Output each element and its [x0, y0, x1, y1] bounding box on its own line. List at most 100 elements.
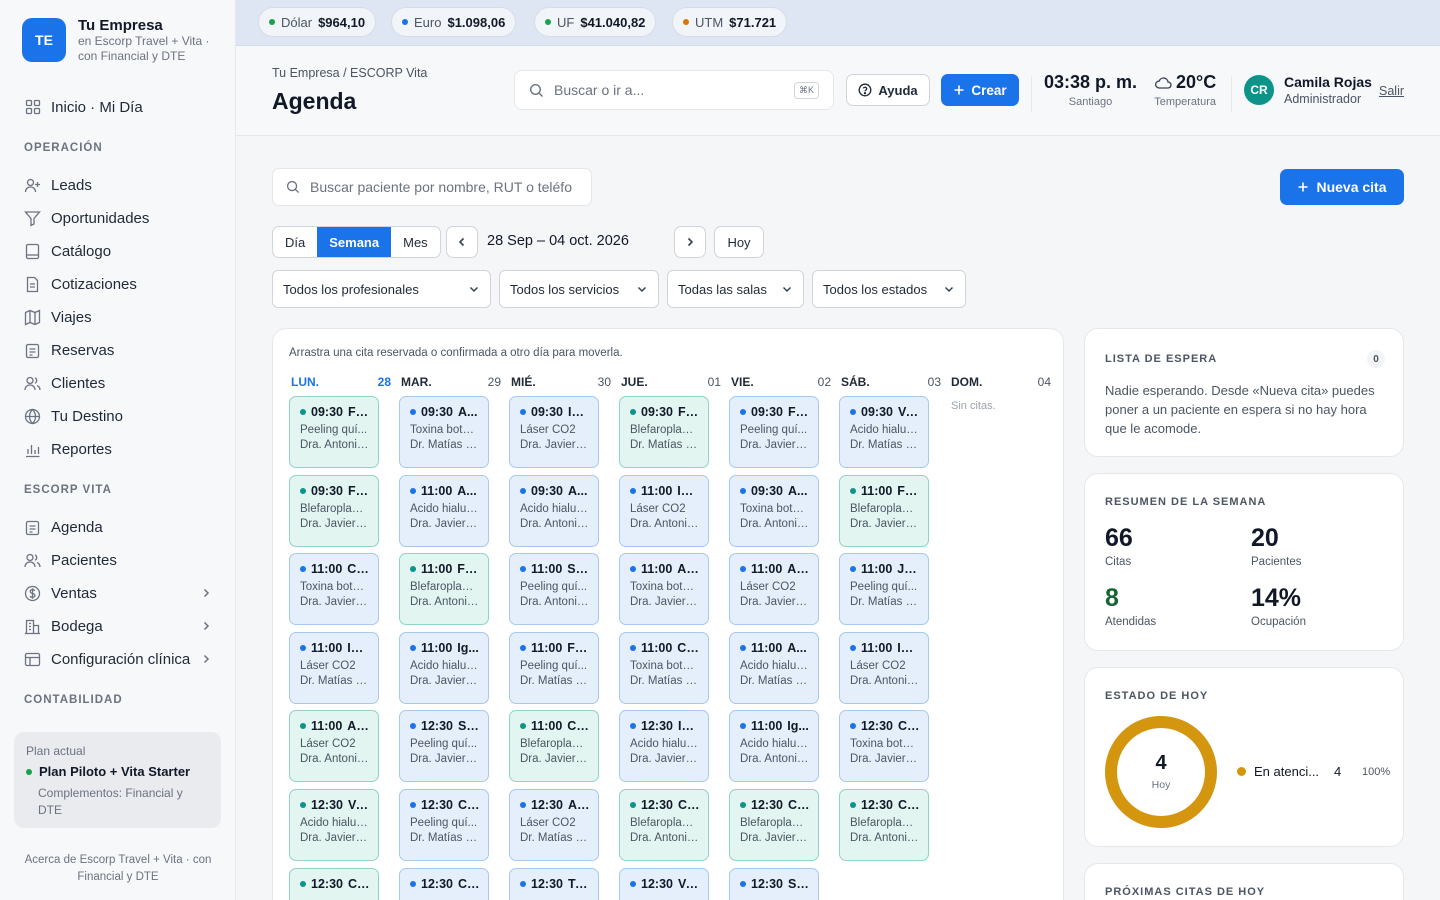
rate-value: $964,10 [318, 14, 366, 30]
sidebar-item-configuracion-clinica[interactable]: Configuración clínica [24, 647, 214, 671]
appointment-card[interactable]: 11:00 Flo... Peeling quí... Dr. Matías C... [509, 632, 599, 704]
about-link[interactable]: Acerca de Escorp Travel + Vita · con Fin… [12, 852, 224, 886]
appointment-card[interactable]: 11:00 Fe... Blefaroplastia Dra. Antonia ... [399, 553, 489, 625]
patient-name: Va... [347, 798, 369, 812]
day-header[interactable]: MAR. 29 [401, 375, 501, 389]
appointment-card[interactable]: 11:00 An... Láser CO2 Dra. Antonia ... [289, 710, 379, 782]
day-header[interactable]: JUE. 01 [621, 375, 721, 389]
help-button[interactable]: Ayuda [846, 74, 930, 106]
logout-link[interactable]: Salir [1379, 84, 1404, 98]
day-header[interactable]: LUN. 28 [291, 375, 391, 389]
appointment-service: Láser CO2 [740, 581, 796, 593]
appointment-card[interactable]: 09:30 Isi... Láser CO2 Dra. Javiera ... [509, 396, 599, 468]
chevron-right-icon [197, 651, 214, 668]
appointment-card[interactable]: 12:30 Ig... Ácido hialur... Dra. Javiera ..… [619, 710, 709, 782]
new-appointment-button[interactable]: Nueva cita [1280, 169, 1404, 205]
sidebar-item-reportes[interactable]: Reportes [24, 437, 214, 461]
patient-name: Co... [347, 877, 369, 891]
view-month-button[interactable]: Mes [391, 227, 440, 257]
patient-search-input[interactable]: Buscar paciente por nombre, RUT o teléfo [272, 168, 592, 206]
sidebar-item-oportunidades[interactable]: Oportunidades [24, 206, 214, 230]
sidebar-item-reservas[interactable]: Reservas [24, 338, 214, 362]
avatar[interactable]: CR [1244, 75, 1274, 105]
appointment-card[interactable]: 11:00 Isi... Láser CO2 Dra. Antonia ... [619, 475, 709, 547]
view-week-button[interactable]: Semana [317, 227, 392, 257]
appointment-card[interactable]: 11:00 A... Ácido hialur... Dr. Matías C... [729, 632, 819, 704]
appointment-header: 11:00 Ca... [630, 641, 699, 655]
create-button[interactable]: Crear [941, 74, 1019, 106]
appointment-card[interactable]: 12:30 So... [729, 868, 819, 900]
appointment-card[interactable]: 12:30 So... Peeling quí... Dra. Javiera ... [399, 710, 489, 782]
sidebar-item-viajes[interactable]: Viajes [24, 305, 214, 329]
filter-statuses[interactable]: Todos los estados [812, 270, 966, 308]
appointment-card[interactable]: 11:00 Jo... Peeling quí... Dr. Matías C... [839, 553, 929, 625]
appointment-card[interactable]: 12:30 Ca... Toxina botul... Dra. Javiera ..… [839, 710, 929, 782]
appointment-card[interactable]: 11:00 Ag... Toxina botul... Dra. Javiera ..… [619, 553, 709, 625]
appointment-card[interactable]: 12:30 Co... Blefaroplastia Dra. Antonia ... [619, 789, 709, 861]
day-header[interactable]: SÁB. 03 [841, 375, 941, 389]
appointment-card[interactable]: 12:30 Co... [289, 868, 379, 900]
day-header[interactable]: VIE. 02 [731, 375, 831, 389]
appointment-time: 09:30 [311, 405, 343, 419]
sidebar-item-agenda[interactable]: Agenda [24, 515, 214, 539]
appointment-card[interactable]: 11:00 Ig... Ácido hialur... Dra. Javiera ..… [399, 632, 489, 704]
appointment-doctor: Dra. Javiera ... [630, 753, 699, 765]
appointment-card[interactable]: 11:00 Co... Blefaroplastia Dra. Javiera ... [509, 710, 599, 782]
appointment-card[interactable]: 12:30 An... Láser CO2 Dr. Matías C... [509, 789, 599, 861]
patient-name: Ig... [457, 641, 479, 655]
view-day-button[interactable]: Día [273, 227, 317, 257]
appointment-card[interactable]: 09:30 Fe... Blefaroplastia Dr. Matías C... [619, 396, 709, 468]
sidebar-item-leads[interactable]: Leads [24, 173, 214, 197]
next-week-button[interactable] [674, 226, 706, 258]
filter-professionals[interactable]: Todos los profesionales [272, 270, 491, 308]
appointment-card[interactable]: 12:30 Va... Ácido hialur... Dra. Javiera ..… [289, 789, 379, 861]
brand[interactable]: TE Tu Empresa en Escorp Travel + Vita · … [22, 18, 218, 64]
sidebar-item-ventas[interactable]: Ventas [24, 581, 214, 605]
day-header[interactable]: MIÉ. 30 [511, 375, 611, 389]
appointment-card[interactable]: 11:00 Isi... Láser CO2 Dra. Antonia ... [839, 632, 929, 704]
appointment-card[interactable]: 11:00 An... Láser CO2 Dra. Javiera ... [729, 553, 819, 625]
appointment-card[interactable]: 11:00 So... Peeling quí... Dra. Antonia ... [509, 553, 599, 625]
appointment-card[interactable]: 12:30 Ca... [399, 868, 489, 900]
appointment-card[interactable]: 11:00 Ca... Toxina botul... Dra. Javiera ..… [289, 553, 379, 625]
appointment-card[interactable]: 09:30 A... Ácido hialur... Dra. Antonia ... [509, 475, 599, 547]
appointment-service: Blefaroplastia [740, 817, 809, 829]
filter-services[interactable]: Todos los servicios [499, 270, 659, 308]
sidebar-item-tu-destino[interactable]: Tu Destino [24, 404, 214, 428]
appointment-card[interactable]: 11:00 Ig... Ácido hialur... Dra. Antonia ..… [729, 710, 819, 782]
appointment-card[interactable]: 12:30 Va... [619, 868, 709, 900]
appointment-card[interactable]: 09:30 A... Toxina botul... Dra. Antonia ... [729, 475, 819, 547]
appointment-card[interactable]: 11:00 Fe... Blefaroplastia Dra. Javiera ... [839, 475, 929, 547]
appointment-card[interactable]: 11:00 Isi... Láser CO2 Dr. Matías C... [289, 632, 379, 704]
appointment-card[interactable]: 12:30 Co... Blefaroplastia Dra. Antonia ... [839, 789, 929, 861]
sidebar-item-label: Clientes [51, 374, 106, 392]
sidebar-item-clientes[interactable]: Clientes [24, 371, 214, 395]
today-button[interactable]: Hoy [714, 226, 764, 258]
prev-week-button[interactable] [446, 226, 478, 258]
sidebar-item-cotizaciones[interactable]: Cotizaciones [24, 272, 214, 296]
sidebar-item-pacientes[interactable]: Pacientes [24, 548, 214, 572]
day-header[interactable]: DOM. 04 [951, 375, 1051, 389]
appointment-card[interactable]: 09:30 Fl... Peeling quí... Dra. Antonia ... [289, 396, 379, 468]
appointment-card[interactable]: 12:30 Tri... [509, 868, 599, 900]
filter-rooms[interactable]: Todas las salas [667, 270, 804, 308]
appointment-card[interactable]: 09:30 Fl... Peeling quí... Dra. Javiera ... [729, 396, 819, 468]
patient-name: Co... [897, 798, 919, 812]
appointment-card[interactable]: 09:30 Va... Ácido hialur... Dr. Matías C... [839, 396, 929, 468]
plan-card[interactable]: Plan actual Plan Piloto + Vita Starter C… [14, 732, 221, 828]
appointment-card[interactable]: 12:30 Ca... Blefaroplastia Dra. Javiera ... [729, 789, 819, 861]
appointment-time: 12:30 [531, 877, 563, 891]
chevron-right-icon [197, 618, 214, 635]
patient-name: Fe... [677, 405, 699, 419]
appointment-card[interactable]: 09:30 A... Toxina botul... Dr. Matías C... [399, 396, 489, 468]
global-search-input[interactable]: Buscar o ir a... ⌘K [514, 70, 834, 110]
sidebar-item-home[interactable]: Inicio · Mi Día [24, 95, 214, 119]
sidebar-item-bodega[interactable]: Bodega [24, 614, 214, 638]
appointment-time: 11:00 [531, 719, 563, 733]
appointment-card[interactable]: 11:00 Ca... Toxina botul... Dr. Matías C... [619, 632, 709, 704]
appointment-card[interactable]: 12:30 Co... Peeling quí... Dr. Matías C... [399, 789, 489, 861]
breadcrumb[interactable]: Tu Empresa / ESCORP Vita [272, 66, 427, 80]
appointment-card[interactable]: 11:00 A... Ácido hialur... Dra. Javiera ... [399, 475, 489, 547]
sidebar-item-catalogo[interactable]: Catálogo [24, 239, 214, 263]
appointment-card[interactable]: 09:30 Fe... Blefaroplastia Dra. Javiera ... [289, 475, 379, 547]
